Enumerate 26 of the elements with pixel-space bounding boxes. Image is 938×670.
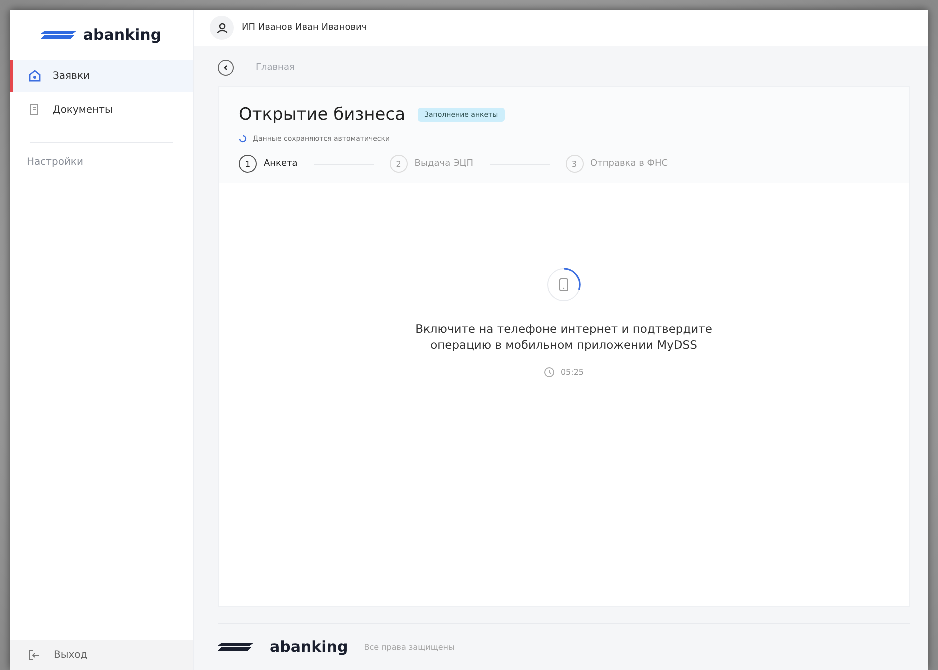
settings-link[interactable]: Настройки bbox=[10, 157, 193, 168]
footer-logo-text: abanking bbox=[270, 638, 348, 656]
home-icon bbox=[29, 70, 41, 82]
logo-text: abanking bbox=[83, 26, 162, 44]
logout-button[interactable]: Выход bbox=[10, 640, 193, 670]
sidebar-item[interactable]: Заявки bbox=[10, 60, 193, 92]
page-title: Открытие бизнеса bbox=[239, 105, 406, 125]
copyright-text: Все права защищены bbox=[364, 642, 455, 652]
timer: 05:25 bbox=[560, 368, 584, 377]
clock-icon bbox=[544, 367, 555, 378]
user-icon bbox=[216, 22, 228, 34]
stepper-step: 1 Анкета bbox=[239, 155, 298, 173]
sidebar-item[interactable]: Документы bbox=[10, 94, 193, 126]
logout-icon bbox=[29, 650, 40, 660]
stepper-step: 2 Выдача ЭЦП bbox=[390, 155, 474, 173]
document-icon bbox=[29, 104, 41, 116]
phone-progress-icon bbox=[546, 267, 582, 303]
stepper-step: 3 Отправка в ФНС bbox=[566, 155, 668, 173]
chevron-left-icon bbox=[223, 65, 229, 71]
avatar[interactable] bbox=[210, 16, 234, 40]
instruction-text: Включите на телефоне интернет и подтвердите операцию в мобильном приложении MyDSS bbox=[414, 321, 714, 353]
logo-icon bbox=[41, 31, 78, 39]
logo-icon bbox=[218, 643, 254, 651]
spinner-icon bbox=[239, 135, 247, 143]
user-name: ИП Иванов Иван Иванович bbox=[242, 23, 368, 33]
back-button[interactable] bbox=[218, 60, 234, 76]
